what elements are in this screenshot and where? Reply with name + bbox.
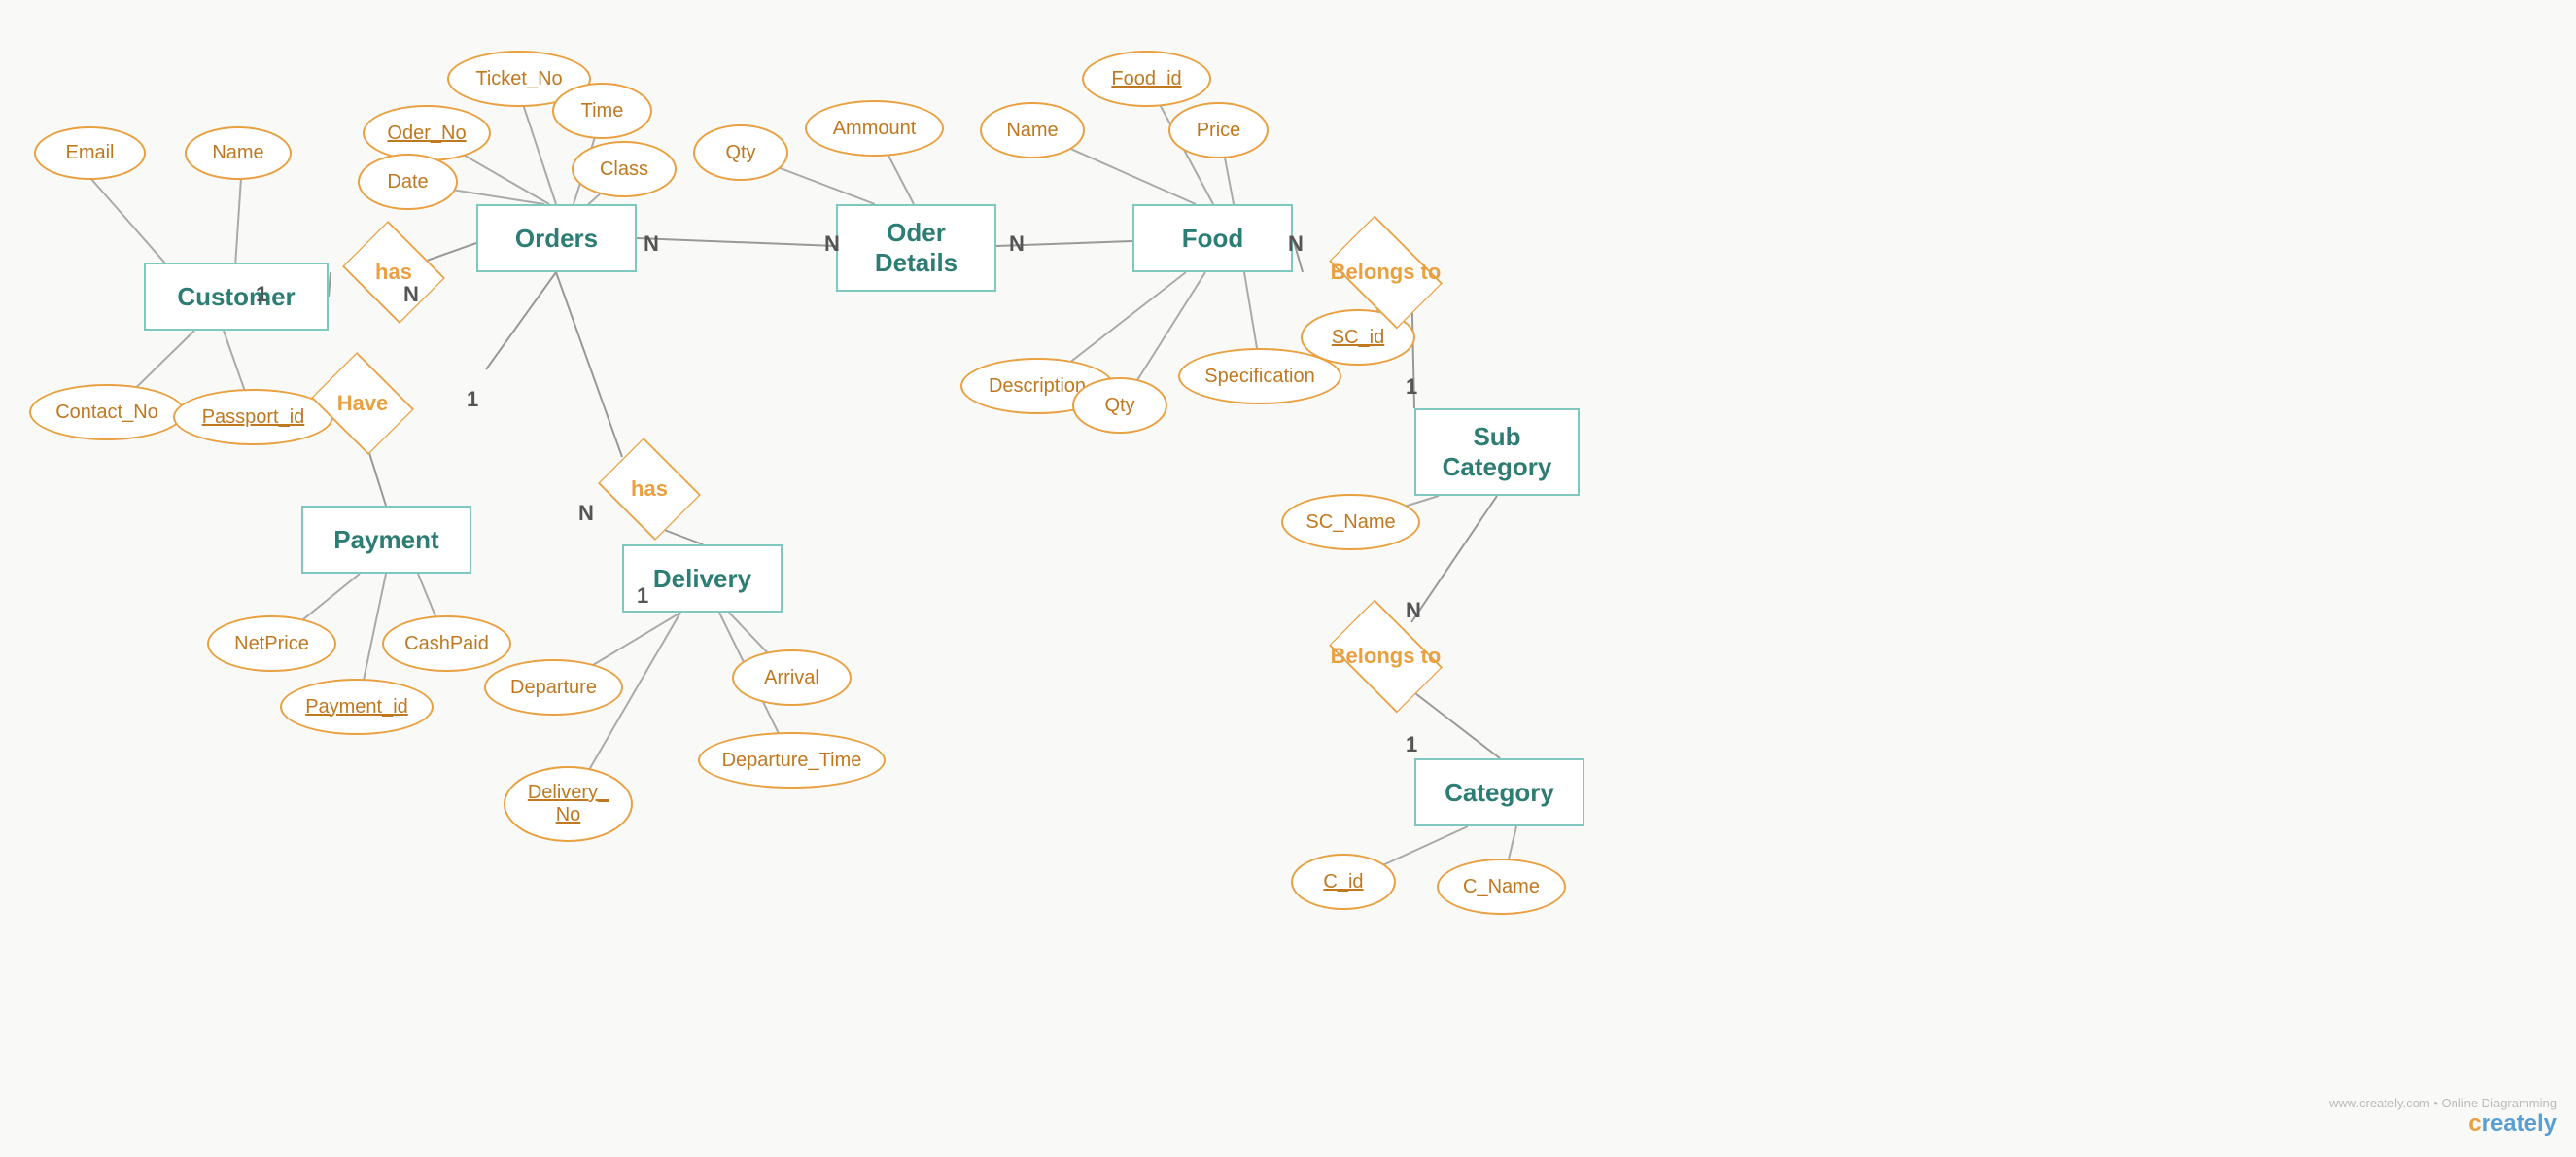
attr-departure-time: Departure_Time xyxy=(698,732,886,789)
entity-sub-category: Sub Category xyxy=(1414,408,1580,496)
attr-contact-no: Contact_No xyxy=(29,384,185,440)
entity-category: Category xyxy=(1414,758,1584,826)
entity-orders: Orders xyxy=(476,204,637,272)
rel-belongs1: Belongs to xyxy=(1310,238,1461,306)
rel-has2: has xyxy=(586,455,713,523)
attr-c-name: C_Name xyxy=(1437,859,1566,915)
attr-net-price: NetPrice xyxy=(207,615,336,672)
attr-food-id: Food_id xyxy=(1082,51,1211,107)
card-1: 1 xyxy=(256,282,267,307)
attr-departure: Departure xyxy=(484,659,623,716)
card-7: N xyxy=(578,501,594,526)
card-12: 1 xyxy=(1406,732,1417,757)
card-4: N xyxy=(824,231,840,257)
attr-sc-name: SC_Name xyxy=(1281,494,1420,550)
attr-time: Time xyxy=(552,83,652,139)
attr-cash-paid: CashPaid xyxy=(382,615,511,672)
card-10: 1 xyxy=(1406,374,1417,400)
card-9: N xyxy=(1288,231,1304,257)
watermark: www.creately.com • Online Diagramming cr… xyxy=(2329,1096,2557,1138)
attr-arrival: Arrival xyxy=(732,649,852,706)
attr-name-cust: Name xyxy=(185,126,292,180)
attr-delivery-no: Delivery_No xyxy=(504,766,633,842)
attr-ammount: Ammount xyxy=(805,100,944,157)
entity-payment: Payment xyxy=(301,506,471,574)
card-6: 1 xyxy=(467,387,478,412)
attr-date: Date xyxy=(358,154,458,210)
card-2: N xyxy=(403,282,419,307)
creately-brand: c xyxy=(2468,1110,2481,1137)
attr-oder-no: Oder_No xyxy=(363,105,491,161)
card-5: N xyxy=(1009,231,1025,257)
entity-order-details: Oder Details xyxy=(836,204,996,292)
attr-payment-id: Payment_id xyxy=(280,679,434,735)
attr-class: Class xyxy=(572,141,677,197)
rel-belongs2: Belongs to xyxy=(1310,622,1461,690)
entity-customer: Customer xyxy=(144,263,329,331)
rel-has1: has xyxy=(331,238,457,306)
card-8: 1 xyxy=(637,583,648,609)
card-3: N xyxy=(644,231,659,257)
attr-name-food: Name xyxy=(980,102,1085,158)
card-11: N xyxy=(1406,598,1421,623)
rel-have: Have xyxy=(299,369,426,438)
attr-email: Email xyxy=(34,126,146,180)
er-diagram: Customer Orders Oder Details Food Sub Ca… xyxy=(0,0,2576,1157)
attr-c-id: C_id xyxy=(1291,854,1396,910)
attr-qty-food: Qty xyxy=(1072,377,1167,434)
entity-food: Food xyxy=(1132,204,1293,272)
attr-qty-order: Qty xyxy=(693,124,788,181)
attr-price: Price xyxy=(1168,102,1269,158)
